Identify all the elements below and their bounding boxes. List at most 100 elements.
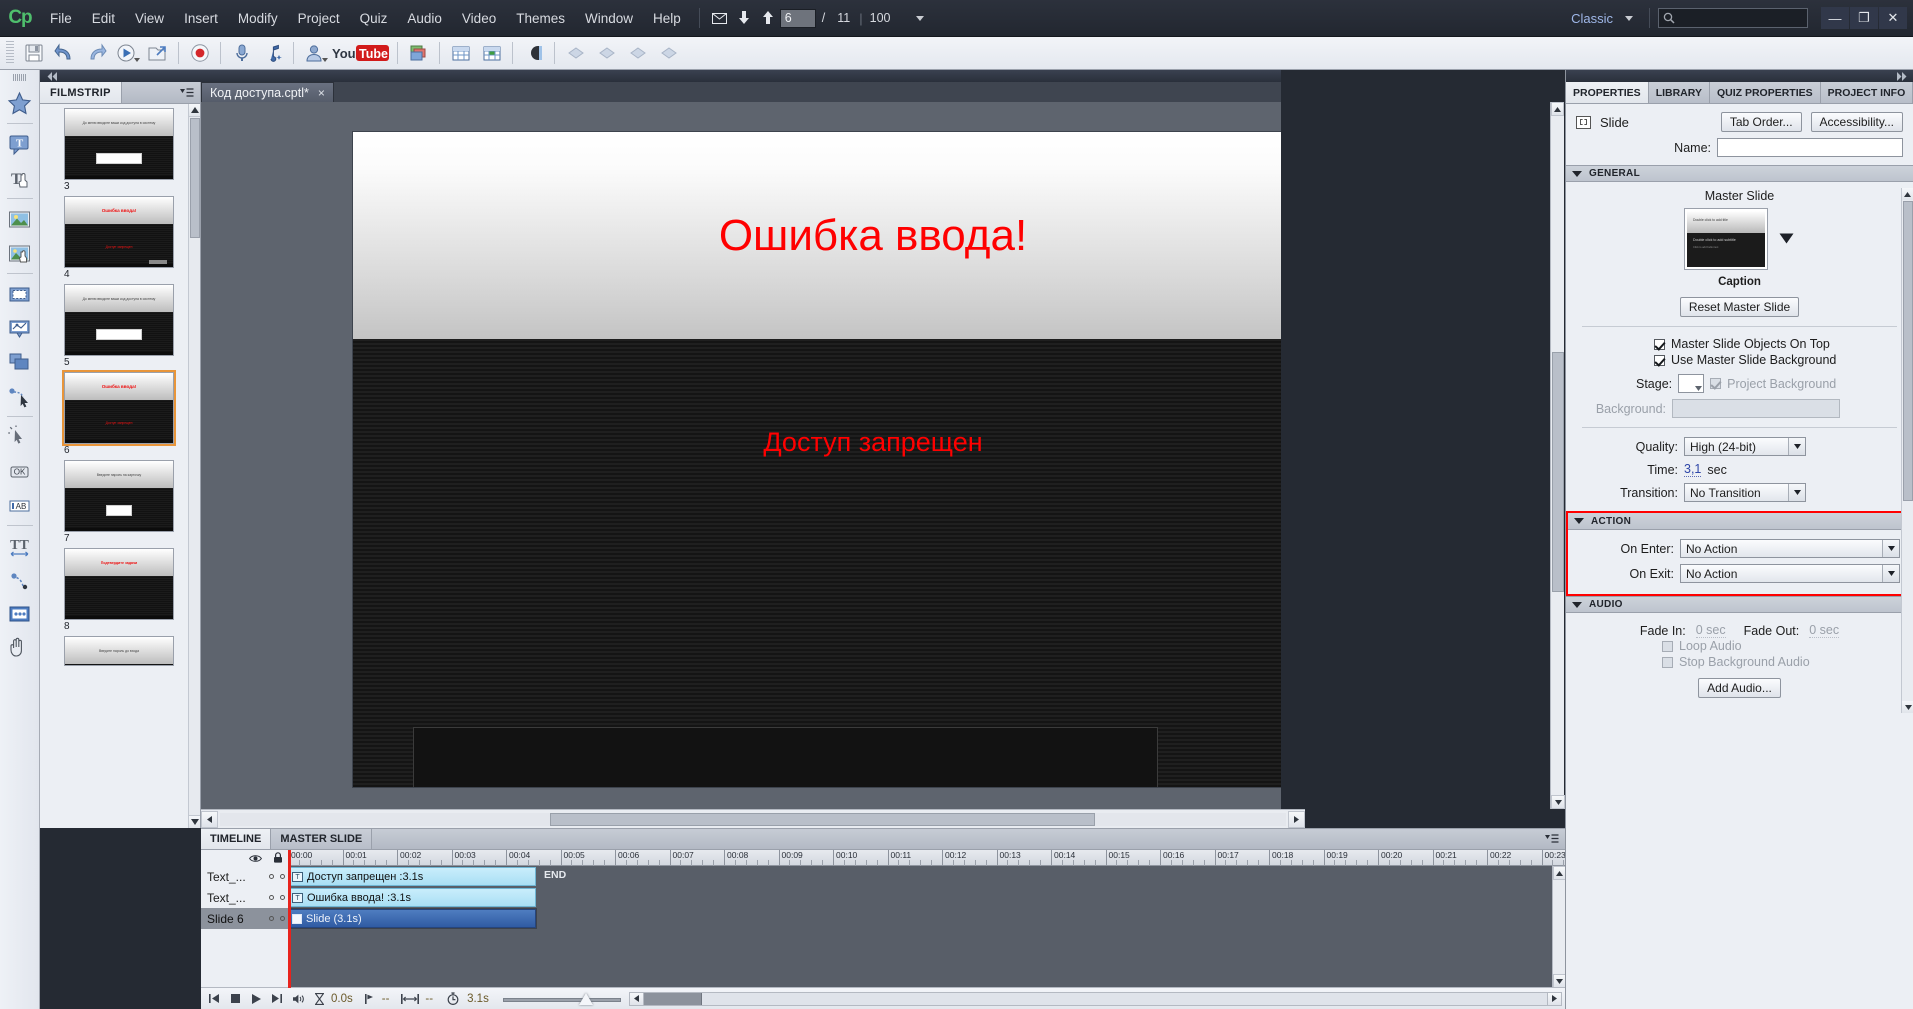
menu-project[interactable]: Project [288, 0, 350, 37]
minimize-button[interactable]: — [1821, 7, 1849, 29]
menu-insert[interactable]: Insert [174, 0, 228, 37]
timeline-scroll-left-icon[interactable] [629, 992, 644, 1005]
track-lock-toggle[interactable] [277, 916, 288, 921]
on-exit-select[interactable]: No Action [1680, 564, 1900, 583]
track-visibility-toggle[interactable] [266, 895, 277, 900]
slide-name-input[interactable] [1717, 138, 1903, 157]
stage-vertical-scrollbar[interactable] [1550, 102, 1565, 809]
stage-color-swatch[interactable] [1678, 374, 1705, 393]
filmstrip-slide-8[interactable]: Подтвердите задачи 8 [50, 548, 190, 632]
properties-dock-bar[interactable] [1566, 70, 1913, 82]
slide-stage[interactable]: Ошибка ввода! Доступ запрещен [201, 102, 1281, 809]
email-icon[interactable] [708, 0, 732, 37]
filmstrip-slide-6[interactable]: Ошибка ввода! Доступ запрещен 6 [50, 370, 190, 456]
timeline-playhead[interactable] [288, 850, 291, 988]
timeline-row-label-selected[interactable]: Slide 6 [201, 908, 288, 929]
menu-quiz[interactable]: Quiz [350, 0, 398, 37]
use-master-background-row[interactable]: Use Master Slide Background [1654, 352, 1903, 368]
chevron-down-icon[interactable] [1788, 484, 1805, 501]
stage-horizontal-scrollbar[interactable] [201, 809, 1305, 828]
master-slide-thumbnail[interactable]: Double click to add title Double click t… [1684, 208, 1768, 270]
timeline-lane[interactable]: T Доступ запрещен :3.1s END [288, 866, 1565, 887]
rail-grip[interactable] [12, 74, 27, 81]
timeline-panel-menu-icon[interactable] [1539, 829, 1565, 849]
timeline-tracks[interactable]: 00:00 00:01 00:02 00:03 00:04 00:05 00:06 00:07… [288, 850, 1565, 988]
mouse-path-tool-icon[interactable] [3, 379, 37, 413]
scroll-up-icon[interactable] [189, 104, 200, 117]
chevron-down-icon[interactable] [1882, 565, 1899, 582]
timeline-scroll-down-icon[interactable] [1553, 974, 1565, 988]
click-box-tool-icon[interactable] [3, 420, 37, 454]
document-tab[interactable]: Код доступа.cptl* × [201, 82, 334, 102]
play-to-end-icon[interactable] [268, 990, 287, 1008]
zoom-slider-handle[interactable] [578, 992, 593, 1005]
fade-in-value[interactable]: 0 sec [1695, 623, 1726, 638]
accessibility-button[interactable]: Accessibility... [1810, 112, 1903, 132]
timeline-slide-bar[interactable]: Slide (3.1s) [288, 909, 536, 928]
filmstrip-slide-list[interactable]: До меню вводите ваши код доступа в систе… [40, 104, 200, 828]
text-animation-tool-icon[interactable]: TT [3, 529, 37, 563]
slide-time-value[interactable]: 3,1 [1684, 462, 1702, 477]
publish-icon[interactable] [142, 39, 173, 68]
character-icon[interactable] [299, 39, 330, 68]
filmstrip-panel-menu-icon[interactable] [174, 82, 200, 103]
timeline-vertical-scrollbar[interactable] [1552, 866, 1565, 988]
track-visibility-toggle[interactable] [266, 916, 277, 921]
chevron-down-icon[interactable] [1882, 540, 1899, 557]
lock-icon[interactable] [273, 851, 283, 866]
audio-volume-icon[interactable] [289, 990, 308, 1008]
rewind-icon[interactable] [205, 990, 224, 1008]
section-header-audio[interactable]: AUDIO [1566, 596, 1913, 613]
slide-thumbnail-selected[interactable]: Ошибка ввода! Доступ запрещен [62, 370, 176, 446]
properties-scroll-down-icon[interactable] [1902, 701, 1913, 713]
tab-quiz-properties[interactable]: QUIZ PROPERTIES [1709, 82, 1821, 103]
record-icon[interactable] [184, 39, 215, 68]
workspace-dropdown-icon[interactable] [1617, 0, 1641, 37]
quality-select[interactable]: High (24-bit) [1684, 437, 1806, 456]
filmstrip-slide-4[interactable]: Ошибка ввода! Доступ запрещен 4 [50, 196, 190, 280]
search-input[interactable] [1658, 8, 1808, 28]
hand-tool-icon[interactable] [3, 631, 37, 665]
zoom-area-tool-icon[interactable] [3, 345, 37, 379]
panel-collapse-bar[interactable] [40, 70, 1281, 82]
eye-icon[interactable] [249, 851, 262, 866]
menu-themes[interactable]: Themes [506, 0, 575, 37]
fade-out-value[interactable]: 0 sec [1809, 623, 1840, 638]
tab-filmstrip[interactable]: FILMSTRIP [40, 82, 122, 103]
widget-tool-icon[interactable] [3, 597, 37, 631]
rollover-caption-tool-icon[interactable]: T [3, 161, 37, 195]
zoom-dropdown-icon[interactable] [908, 0, 932, 37]
shape-star-tool-icon[interactable] [3, 86, 37, 120]
section-header-general[interactable]: GENERAL [1566, 165, 1913, 182]
play-icon[interactable] [247, 990, 266, 1008]
properties-scroll-thumb[interactable] [1903, 201, 1913, 501]
properties-scrollbar[interactable] [1901, 188, 1913, 713]
undo-icon[interactable] [49, 39, 80, 68]
close-icon[interactable]: × [318, 86, 325, 100]
stage-scroll-down-icon[interactable] [1551, 795, 1565, 809]
on-enter-select[interactable]: No Action [1680, 539, 1900, 558]
scroll-thumb[interactable] [190, 118, 200, 238]
highlight-table-icon[interactable] [476, 39, 507, 68]
tab-library[interactable]: LIBRARY [1648, 82, 1710, 103]
table-icon[interactable] [445, 39, 476, 68]
track-lock-toggle[interactable] [277, 895, 288, 900]
filmstrip-scrollbar[interactable] [188, 104, 200, 828]
youtube-icon[interactable]: You Tube [330, 39, 392, 68]
timeline-object-bar[interactable]: T Ошибка ввода! :3.1s [288, 888, 536, 907]
menu-video[interactable]: Video [452, 0, 506, 37]
filmstrip-slide-9[interactable]: Введите пароль до входа [50, 636, 190, 666]
menu-edit[interactable]: Edit [82, 0, 125, 37]
track-lock-toggle[interactable] [277, 874, 288, 879]
slide-thumbnail[interactable]: До меню вводите ваши код доступа в систе… [64, 108, 174, 180]
text-entry-box-tool-icon[interactable]: AB [3, 488, 37, 522]
timeline-zoom-slider[interactable] [502, 992, 621, 1006]
stage-scroll-left-icon[interactable] [201, 810, 218, 828]
slide-thumbnail[interactable]: До меню вводите ваши код доступа в систе… [64, 284, 174, 356]
rollover-image-tool-icon[interactable] [3, 236, 37, 270]
menu-window[interactable]: Window [575, 0, 643, 37]
transition-select[interactable]: No Transition [1684, 483, 1806, 502]
filmstrip-slide-5[interactable]: До меню вводите ваши код доступа в систе… [50, 284, 190, 368]
tab-master-slide[interactable]: MASTER SLIDE [271, 829, 373, 849]
close-button[interactable]: ✕ [1879, 7, 1907, 29]
